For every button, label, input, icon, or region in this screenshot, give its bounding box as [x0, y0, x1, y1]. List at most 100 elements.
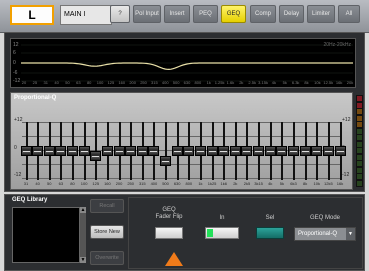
geq-fader[interactable] — [322, 122, 334, 180]
graph-freq-label: 31 — [43, 80, 48, 85]
meter-segment — [357, 128, 362, 134]
fader-flip-button[interactable] — [155, 227, 183, 239]
graph-freq-label: 200 — [129, 80, 136, 85]
fader-knob[interactable] — [287, 146, 299, 156]
tab-button[interactable]: Insert — [164, 5, 190, 23]
fader-band-label: 100 — [80, 181, 88, 186]
geq-fader[interactable] — [334, 122, 346, 180]
geq-fader[interactable] — [264, 122, 276, 180]
scroll-up-icon[interactable]: ▲ — [80, 207, 86, 213]
meter-segment — [357, 141, 362, 147]
geq-fader[interactable] — [55, 122, 67, 180]
channel-id-box[interactable]: L — [10, 5, 54, 25]
fader-knob[interactable] — [264, 146, 276, 156]
geq-fader[interactable] — [136, 122, 148, 180]
geq-fader[interactable] — [32, 122, 44, 180]
fader-knob[interactable] — [276, 146, 288, 156]
fader-knob[interactable] — [90, 150, 102, 161]
fader-knob[interactable] — [43, 146, 55, 156]
fader-knob[interactable] — [322, 146, 334, 156]
tab-button[interactable]: All — [338, 5, 360, 23]
fader-knob[interactable] — [334, 146, 346, 156]
fader-band-label: 12k5 — [324, 181, 333, 186]
graph-freq-label: 250 — [140, 80, 147, 85]
fader-knob[interactable] — [206, 146, 218, 156]
tab-button[interactable]: PEQ — [193, 5, 218, 23]
geq-fader[interactable] — [125, 122, 137, 180]
library-list[interactable] — [12, 207, 80, 263]
geq-in-button[interactable] — [205, 227, 239, 239]
fader-band-label: 800 — [185, 181, 193, 186]
geq-fader[interactable] — [218, 122, 230, 180]
fader-knob[interactable] — [125, 146, 137, 156]
geq-fader[interactable] — [43, 122, 55, 180]
fader-knob[interactable] — [148, 146, 160, 156]
geq-fader[interactable] — [194, 122, 206, 180]
fader-knob[interactable] — [299, 146, 311, 156]
graph-freq-label: 400 — [161, 80, 169, 85]
fader-knob[interactable] — [55, 146, 67, 156]
geq-fader[interactable] — [67, 122, 79, 180]
geq-fader[interactable] — [299, 122, 311, 180]
fader-knob[interactable] — [183, 146, 195, 156]
graph-freq-label: 40 — [54, 80, 59, 85]
fader-knob[interactable] — [32, 146, 44, 156]
fader-knob[interactable] — [229, 146, 241, 156]
tab-button[interactable]: GEQ — [221, 5, 246, 23]
geq-fader[interactable] — [253, 122, 265, 180]
graph-freq-label: 6.3k — [291, 80, 300, 85]
chevron-down-icon[interactable]: ▼ — [346, 228, 355, 240]
fader-knob[interactable] — [78, 146, 90, 156]
fader-band-label: 31 — [23, 181, 29, 186]
library-scrollbar[interactable]: ▲ ▼ — [80, 207, 86, 263]
in-label: In — [219, 215, 225, 221]
sel-button[interactable] — [256, 227, 284, 239]
geq-fader[interactable] — [78, 122, 90, 180]
graph-freq-label: 16k — [335, 80, 343, 85]
geq-fader[interactable] — [287, 122, 299, 180]
meter-segment — [357, 135, 362, 140]
geq-fader[interactable] — [113, 122, 125, 180]
tab-button[interactable]: ? — [110, 5, 130, 23]
recall-button[interactable]: Recall — [90, 199, 124, 213]
geq-fader[interactable] — [101, 122, 113, 180]
scroll-down-icon[interactable]: ▼ — [80, 257, 86, 263]
graph-y-label: 12 — [13, 42, 19, 48]
geq-fader[interactable] — [183, 122, 195, 180]
tab-button[interactable]: Comp — [250, 5, 276, 23]
geq-fader[interactable] — [90, 122, 102, 180]
fader-knob[interactable] — [20, 146, 32, 156]
fader-band-label: 80 — [70, 181, 75, 186]
geq-fader[interactable] — [171, 122, 183, 180]
geq-fader[interactable] — [241, 122, 253, 180]
fader-band-label: 160 — [104, 181, 111, 186]
tab-button[interactable]: Limiter — [307, 5, 335, 23]
geq-fader[interactable] — [20, 122, 32, 180]
fader-knob[interactable] — [101, 146, 113, 156]
geq-fader[interactable] — [311, 122, 323, 180]
fader-knob[interactable] — [194, 146, 206, 156]
overwrite-button[interactable]: Overwrite — [90, 251, 124, 265]
fader-knob[interactable] — [171, 146, 183, 156]
fader-band-label: 4k — [268, 181, 273, 186]
geq-mode-select[interactable]: Proportional-Q ▼ — [294, 227, 356, 241]
tab-button[interactable]: Pol Input — [133, 5, 161, 23]
fader-knob[interactable] — [218, 146, 230, 156]
store-new-button[interactable]: Store New — [90, 225, 124, 239]
fader-knob[interactable] — [253, 146, 265, 156]
geq-mode-label: GEQ Mode — [309, 215, 340, 221]
fader-knob[interactable] — [113, 146, 125, 156]
meter-segment — [357, 174, 362, 179]
geq-fader[interactable] — [229, 122, 241, 180]
geq-fader[interactable] — [160, 122, 172, 180]
geq-fader[interactable] — [206, 122, 218, 180]
geq-fader[interactable] — [276, 122, 288, 180]
fader-knob[interactable] — [241, 146, 253, 156]
fader-knob[interactable] — [136, 146, 148, 156]
tab-button[interactable]: Delay — [279, 5, 304, 23]
geq-fader[interactable] — [148, 122, 160, 180]
fader-knob[interactable] — [67, 146, 79, 156]
fader-knob[interactable] — [160, 155, 172, 166]
fader-knob[interactable] — [311, 146, 323, 156]
channel-name-field[interactable]: MAIN I — [60, 5, 112, 25]
